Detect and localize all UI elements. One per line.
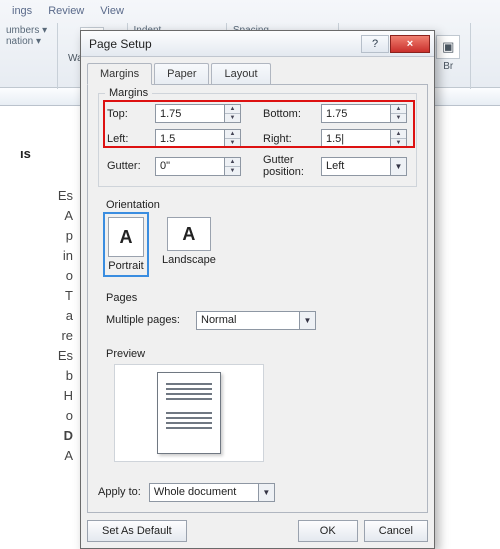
margin-left-label: Left: (107, 133, 155, 145)
orientation-portrait[interactable]: A Portrait (106, 215, 146, 274)
portrait-label: Portrait (108, 260, 143, 272)
set-default-button[interactable]: Set As Default (87, 520, 187, 542)
margin-right-input[interactable]: 1.5| (321, 129, 391, 148)
margins-legend: Margins (105, 87, 152, 99)
apply-to-dropdown-icon[interactable]: ▼ (259, 483, 275, 502)
apply-to-row: Apply to: Whole document ▼ (98, 482, 417, 502)
page-setup-dialog: Page Setup ? × Margins Paper Layout Marg… (80, 30, 435, 549)
dialog-backdrop: Page Setup ? × Margins Paper Layout Marg… (0, 0, 500, 500)
gutter-input[interactable]: 0" (155, 157, 225, 176)
landscape-icon: A (167, 217, 211, 251)
help-button[interactable]: ? (361, 35, 389, 53)
gutter-pos-select[interactable]: Left (321, 157, 391, 176)
orientation-group: Orientation A Portrait A Landscape (98, 197, 417, 282)
margin-top-spinner[interactable]: ▲▼ (225, 104, 241, 123)
gutter-label: Gutter: (107, 160, 155, 172)
margins-group: Margins Top: 1.75 ▲▼ Bottom: 1.75 ▲▼ Lef… (98, 93, 417, 187)
margin-right-spinner[interactable]: ▲▼ (391, 129, 407, 148)
landscape-label: Landscape (162, 254, 216, 266)
cancel-button[interactable]: Cancel (364, 520, 428, 542)
tab-paper[interactable]: Paper (154, 63, 209, 85)
dialog-titlebar[interactable]: Page Setup ? × (81, 31, 434, 57)
tab-margins[interactable]: Margins (87, 63, 152, 85)
margin-top-input[interactable]: 1.75 (155, 104, 225, 123)
apply-to-select[interactable]: Whole document (149, 483, 259, 502)
multiple-pages-select[interactable]: Normal (196, 311, 300, 330)
portrait-icon: A (108, 217, 144, 257)
margin-left-input[interactable]: 1.5 (155, 129, 225, 148)
preview-group: Preview (98, 348, 417, 472)
margin-bottom-label: Bottom: (263, 108, 321, 120)
margin-top-label: Top: (107, 108, 155, 120)
preview-box (114, 364, 264, 462)
orientation-legend: Orientation (106, 199, 409, 211)
dialog-body: Margins Top: 1.75 ▲▼ Bottom: 1.75 ▲▼ Lef… (87, 84, 428, 513)
multiple-pages-label: Multiple pages: (106, 314, 188, 326)
preview-legend: Preview (106, 348, 409, 360)
multiple-pages-dropdown-icon[interactable]: ▼ (300, 311, 316, 330)
pages-group: Pages Multiple pages: Normal ▼ (98, 292, 417, 338)
orientation-landscape[interactable]: A Landscape (160, 215, 218, 274)
close-button[interactable]: × (390, 35, 430, 53)
margin-left-spinner[interactable]: ▲▼ (225, 129, 241, 148)
dialog-button-row: Set As Default OK Cancel (81, 520, 434, 548)
preview-page-icon (157, 372, 221, 454)
gutter-pos-label: Gutter position: (263, 154, 321, 178)
margin-bottom-spinner[interactable]: ▲▼ (391, 104, 407, 123)
dialog-tabs: Margins Paper Layout (81, 57, 434, 85)
gutter-spinner[interactable]: ▲▼ (225, 157, 241, 176)
apply-to-label: Apply to: (98, 486, 141, 498)
ok-button[interactable]: OK (298, 520, 358, 542)
tab-layout[interactable]: Layout (211, 63, 270, 85)
margin-bottom-input[interactable]: 1.75 (321, 104, 391, 123)
margin-right-label: Right: (263, 133, 321, 145)
pages-legend: Pages (106, 292, 409, 304)
dialog-title: Page Setup (89, 37, 360, 51)
gutter-pos-dropdown-icon[interactable]: ▼ (391, 157, 407, 176)
